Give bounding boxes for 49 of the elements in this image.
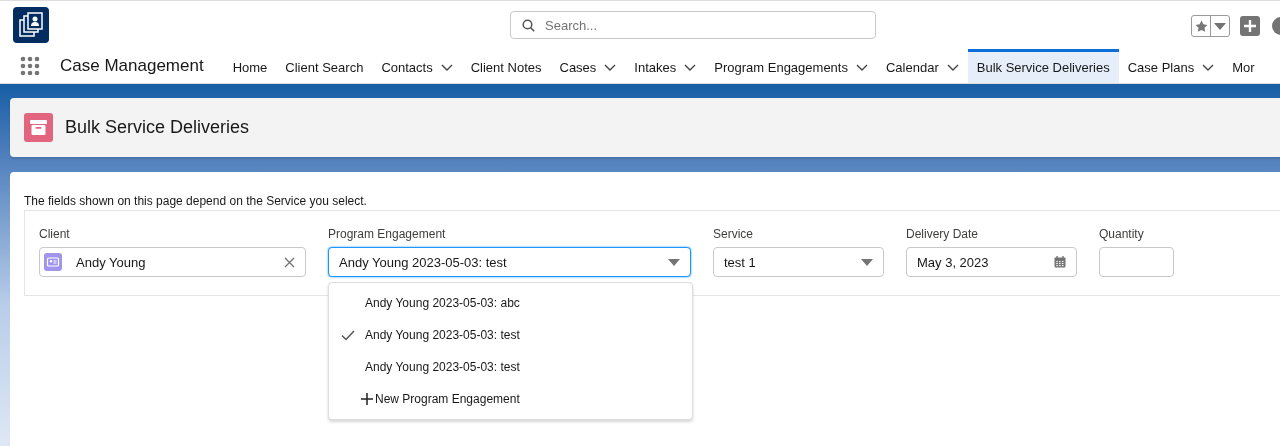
chevron-down-icon xyxy=(684,63,697,72)
nav-tab[interactable]: Calendar xyxy=(876,49,968,83)
field-label: Program Engagement xyxy=(328,227,447,241)
field-label: Quantity xyxy=(1099,227,1145,241)
page-title: Bulk Service Deliveries xyxy=(65,117,250,138)
app-logo-icon[interactable] xyxy=(13,7,49,43)
nav-tab[interactable]: Program Engagements xyxy=(705,49,877,83)
dropdown-arrow-icon xyxy=(1214,22,1226,30)
nav-tab[interactable]: Client Notes xyxy=(461,49,551,83)
plus-icon xyxy=(361,393,373,405)
nav-tab[interactable]: Bulk Service Deliveries xyxy=(967,49,1119,83)
calendar-icon[interactable] xyxy=(1054,256,1066,268)
app-launcher-icon[interactable] xyxy=(20,56,40,76)
archive-box-icon xyxy=(24,113,53,142)
client-lookup-field[interactable]: Andy Young xyxy=(39,247,306,277)
date-field[interactable]: May 3, 2023 xyxy=(906,247,1077,277)
field-label: Service xyxy=(713,227,754,241)
app-name: Case Management xyxy=(60,56,204,76)
chevron-down-icon xyxy=(946,63,959,72)
form-note: The fields shown on this page depend on the Service you select. xyxy=(24,194,368,208)
add-icon[interactable] xyxy=(1240,16,1260,36)
chevron-down-icon xyxy=(440,63,453,72)
nav-tab[interactable]: Contacts xyxy=(372,49,462,83)
nav-tab[interactable]: Home xyxy=(223,49,277,83)
dropdown-arrow-icon xyxy=(861,258,873,266)
contact-card-icon xyxy=(44,253,62,271)
nav-tab[interactable]: Client Search xyxy=(276,49,373,83)
favorites-button[interactable] xyxy=(1191,15,1230,37)
dropdown-option[interactable]: Andy Young 2023-05-03: abc xyxy=(329,287,692,319)
new-record-option[interactable]: New Program Engagement xyxy=(329,383,692,415)
nav-tab[interactable]: Intakes xyxy=(625,49,706,83)
field-label: Client xyxy=(39,227,71,241)
chevron-down-icon xyxy=(604,63,617,72)
star-icon xyxy=(1194,19,1208,33)
nav-tab[interactable]: Case Plans xyxy=(1118,49,1224,83)
program-engagement-select[interactable]: Andy Young 2023-05-03: test xyxy=(328,247,691,277)
search-icon xyxy=(522,19,535,32)
close-icon[interactable] xyxy=(284,256,295,268)
dropdown-option[interactable]: Andy Young 2023-05-03: test xyxy=(329,319,692,351)
nav-tab[interactable]: Cases xyxy=(550,49,626,83)
service-select[interactable]: test 1 xyxy=(713,247,884,277)
dropdown-option[interactable]: Andy Young 2023-05-03: test xyxy=(329,351,692,383)
field-label: Delivery Date xyxy=(906,227,980,241)
dropdown-arrow-icon xyxy=(668,258,680,266)
nav-tab[interactable]: Mor xyxy=(1223,49,1264,83)
chevron-down-icon xyxy=(855,63,868,72)
chevron-down-icon xyxy=(1202,63,1215,72)
search-field[interactable]: Search... xyxy=(510,11,876,39)
quantity-field[interactable] xyxy=(1099,247,1174,277)
